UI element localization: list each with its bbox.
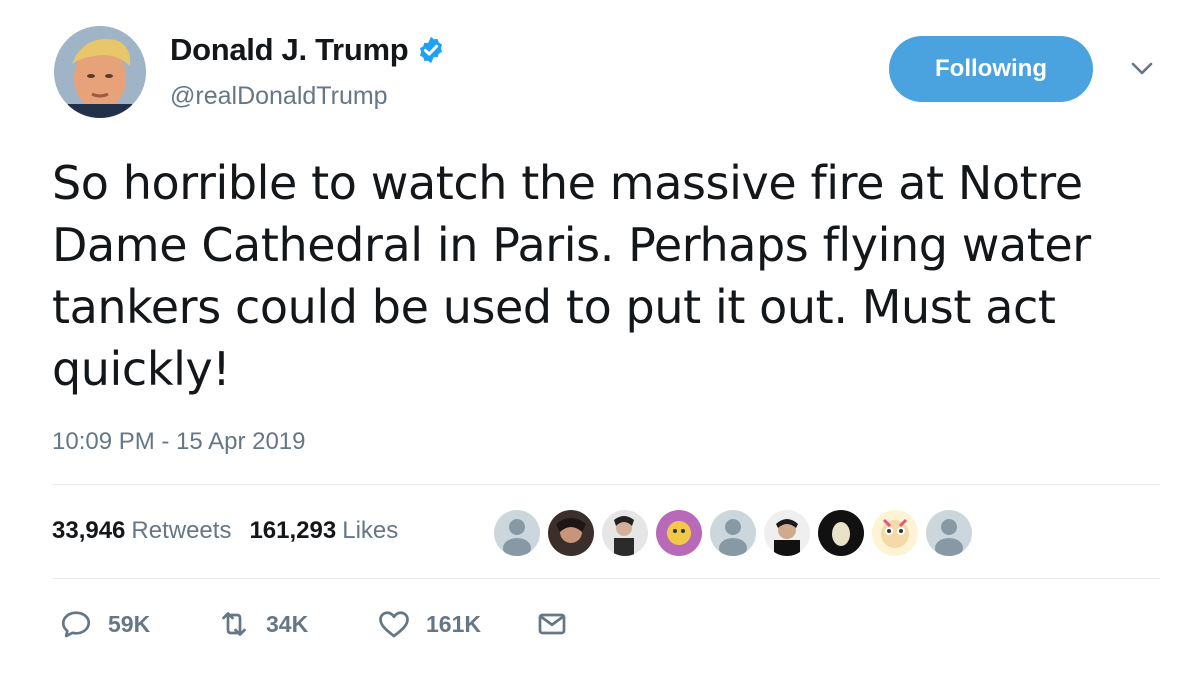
- retweet-button[interactable]: 34K: [216, 606, 308, 642]
- reply-icon: [61, 611, 91, 638]
- reply-button[interactable]: 59K: [58, 606, 150, 642]
- liker-avatar[interactable]: [708, 508, 758, 558]
- like-icon: [379, 611, 409, 638]
- direct-message-button[interactable]: [534, 606, 570, 642]
- liker-avatar[interactable]: [492, 508, 542, 558]
- liker-avatar[interactable]: [546, 508, 596, 558]
- name-row: Donald J. Trump: [170, 32, 446, 68]
- verified-badge-icon: [420, 36, 443, 64]
- reply-count: 59K: [108, 610, 151, 637]
- retweet-count: 34K: [266, 610, 309, 637]
- like-count: 161K: [426, 610, 481, 637]
- following-button[interactable]: Following: [889, 36, 1093, 102]
- divider: [52, 578, 1160, 579]
- retweet-icon: [222, 612, 246, 636]
- liker-avatar[interactable]: [816, 508, 866, 558]
- tweet-text: So horrible to watch the massive fire at…: [52, 156, 1091, 396]
- liker-avatar[interactable]: [654, 508, 704, 558]
- user-handle[interactable]: @realDonaldTrump: [170, 82, 388, 111]
- liker-avatar[interactable]: [870, 508, 920, 558]
- tweet-timestamp[interactable]: 10:09 PM - 15 Apr 2019: [52, 428, 306, 456]
- avatar[interactable]: [54, 26, 146, 118]
- retweets-count[interactable]: 33,946: [52, 517, 125, 545]
- liker-avatar[interactable]: [600, 508, 650, 558]
- retweets-label[interactable]: Retweets: [131, 517, 231, 545]
- likes-count[interactable]: 161,293: [249, 517, 336, 545]
- tweet-card: Donald J. Trump @realDonaldTrump Followi…: [0, 0, 1200, 694]
- liker-avatar[interactable]: [762, 508, 812, 558]
- chevron-down-icon[interactable]: [1130, 60, 1154, 78]
- likes-label[interactable]: Likes: [342, 517, 398, 545]
- like-button[interactable]: 161K: [376, 606, 481, 642]
- display-name[interactable]: Donald J. Trump: [170, 32, 409, 68]
- direct-message-icon: [538, 613, 566, 635]
- divider: [52, 484, 1160, 485]
- liker-avatar[interactable]: [924, 508, 974, 558]
- engagement-stats: 33,946 Retweets 161,293 Likes: [52, 517, 416, 545]
